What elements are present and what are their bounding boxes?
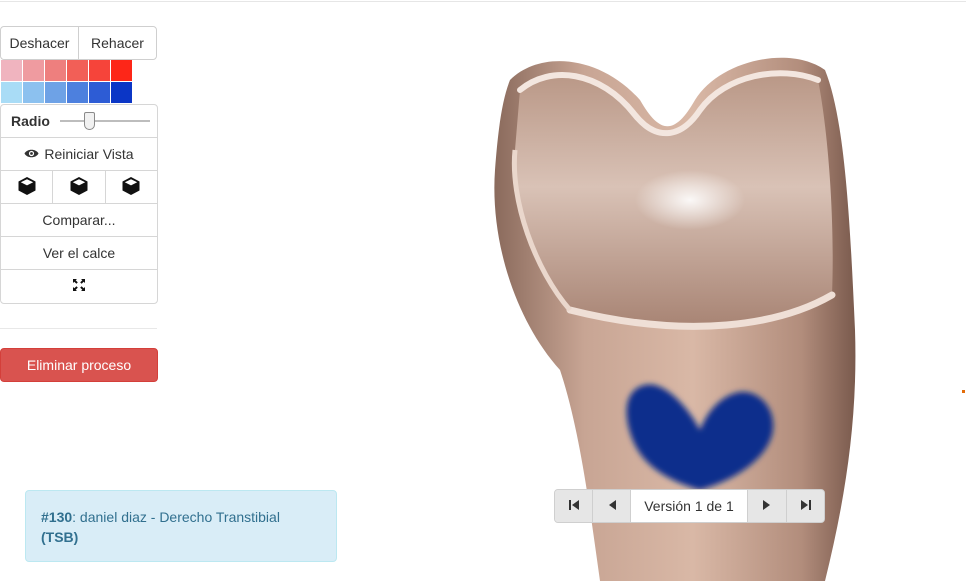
tool-panel: Radio Reiniciar Vista Comparar... Ver el… bbox=[0, 104, 158, 304]
prev-icon bbox=[607, 498, 617, 514]
last-icon bbox=[800, 498, 812, 514]
view-fit-label: Ver el calce bbox=[42, 245, 116, 261]
divider bbox=[0, 328, 157, 329]
next-icon bbox=[762, 498, 772, 514]
last-version-button[interactable] bbox=[786, 490, 824, 522]
top-border bbox=[0, 0, 966, 2]
palette-row-blue bbox=[1, 82, 133, 103]
radius-slider-track bbox=[59, 120, 150, 122]
radius-slider[interactable] bbox=[59, 111, 150, 131]
view-front-button[interactable] bbox=[1, 171, 54, 203]
view-fit-button[interactable]: Ver el calce bbox=[1, 237, 157, 270]
radius-row: Radio bbox=[1, 105, 157, 138]
swatch-blue-6[interactable] bbox=[111, 82, 132, 103]
expand-icon bbox=[72, 278, 86, 295]
redo-button[interactable]: Rehacer bbox=[79, 27, 156, 59]
reset-view-label: Reiniciar Vista bbox=[44, 146, 134, 162]
radius-slider-thumb[interactable] bbox=[83, 112, 95, 130]
swatch-blue-4[interactable] bbox=[67, 82, 88, 103]
process-info-alert: #130: daniel diaz - Derecho Transtibial … bbox=[25, 490, 337, 562]
swatch-red-1[interactable] bbox=[1, 60, 22, 81]
version-navigator: Versión 1 de 1 bbox=[554, 489, 825, 523]
swatch-red-6[interactable] bbox=[111, 60, 132, 81]
delete-process-button[interactable]: Eliminar proceso bbox=[0, 348, 158, 382]
eye-icon bbox=[24, 146, 39, 162]
reset-view-button[interactable]: Reiniciar Vista bbox=[1, 138, 157, 171]
process-id: #130 bbox=[41, 509, 73, 525]
view-side-button[interactable] bbox=[53, 171, 106, 203]
compare-button[interactable]: Comparar... bbox=[1, 204, 157, 237]
process-code: (TSB) bbox=[41, 529, 79, 545]
first-version-button[interactable] bbox=[555, 490, 593, 522]
view-buttons-row bbox=[1, 171, 157, 204]
first-icon bbox=[568, 498, 580, 514]
color-palette bbox=[1, 60, 133, 104]
cube-icon bbox=[17, 176, 37, 199]
prev-version-button[interactable] bbox=[593, 490, 631, 522]
edge-marker bbox=[962, 390, 965, 393]
next-version-button[interactable] bbox=[748, 490, 786, 522]
swatch-blue-3[interactable] bbox=[45, 82, 66, 103]
swatch-red-2[interactable] bbox=[23, 60, 44, 81]
swatch-red-3[interactable] bbox=[45, 60, 66, 81]
process-description: : daniel diaz - Derecho Transtibial bbox=[72, 509, 280, 525]
fullscreen-button[interactable] bbox=[1, 270, 157, 303]
swatch-blue-1[interactable] bbox=[1, 82, 22, 103]
radius-label: Radio bbox=[11, 113, 50, 129]
version-label: Versión 1 de 1 bbox=[631, 490, 748, 522]
swatch-blue-5[interactable] bbox=[89, 82, 110, 103]
cube-icon bbox=[69, 176, 89, 199]
palette-row-red bbox=[1, 60, 133, 81]
swatch-blue-2[interactable] bbox=[23, 82, 44, 103]
cube-icon bbox=[121, 176, 141, 199]
compare-label: Comparar... bbox=[42, 212, 116, 228]
view-top-button[interactable] bbox=[106, 171, 157, 203]
swatch-red-5[interactable] bbox=[89, 60, 110, 81]
swatch-red-4[interactable] bbox=[67, 60, 88, 81]
undo-redo-group: Deshacer Rehacer bbox=[0, 26, 157, 60]
undo-button[interactable]: Deshacer bbox=[1, 27, 79, 59]
